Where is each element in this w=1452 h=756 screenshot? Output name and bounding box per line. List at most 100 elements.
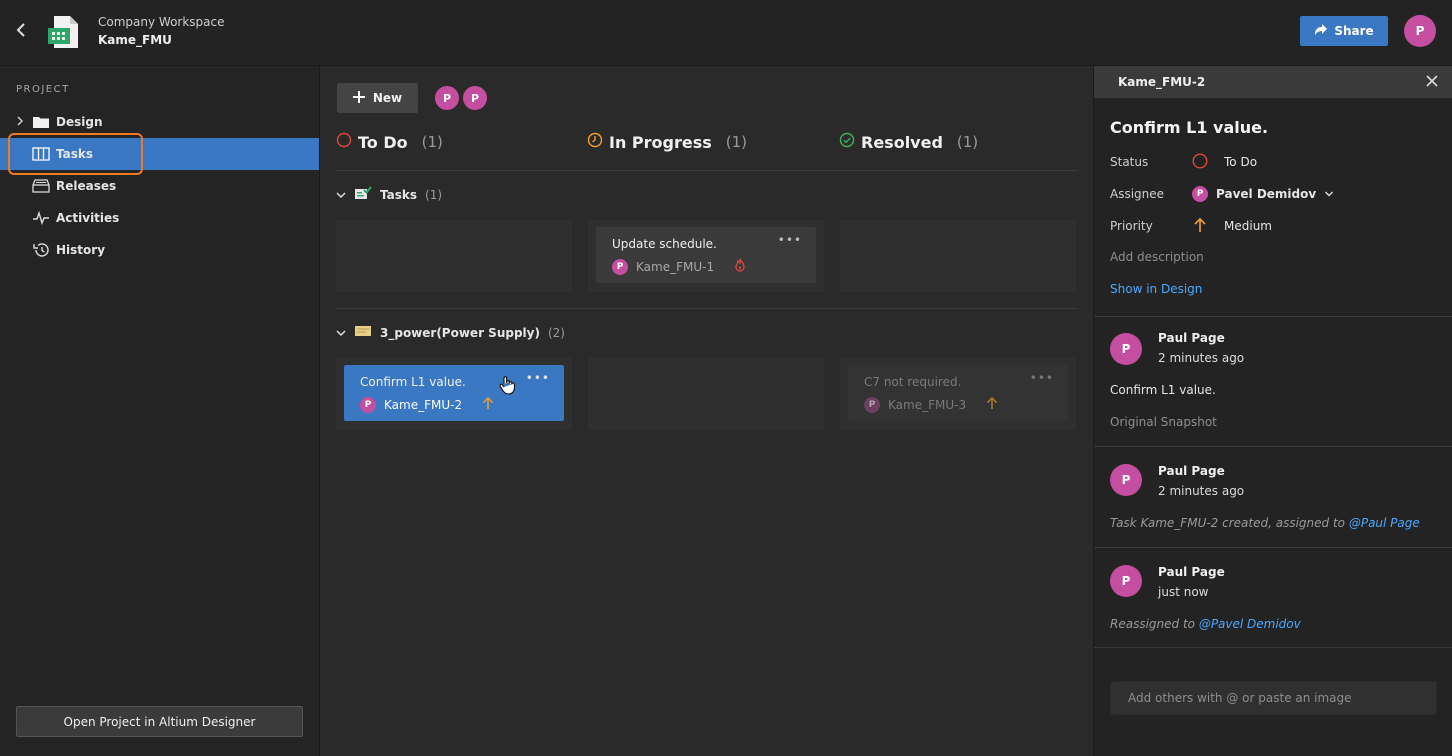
share-button[interactable]: Share — [1300, 16, 1388, 46]
task-card-kame-fmu-1[interactable]: Update schedule. ••• P Kame_FMU-1 — [596, 227, 816, 283]
project-name: Kame_FMU — [98, 33, 172, 47]
sidebar-section-label: PROJECT — [16, 84, 70, 95]
task-card-meta: P Kame_FMU-2 — [360, 396, 494, 413]
sidebar-item-history[interactable]: History — [0, 234, 319, 266]
divider — [336, 170, 1078, 171]
status-row: Status To Do — [1110, 152, 1440, 172]
task-card-title: Update schedule. — [612, 237, 717, 251]
column-count: (1) — [956, 133, 979, 151]
priority-row: Priority Medium — [1110, 216, 1440, 236]
close-icon[interactable] — [1425, 72, 1439, 93]
comment-author: Paul Page — [1158, 565, 1225, 579]
share-label: Share — [1334, 24, 1374, 38]
activity-text: Task Kame_FMU-2 created, assigned to @Pa… — [1110, 516, 1420, 530]
assignee-value: Pavel Demidov — [1216, 187, 1317, 201]
chevron-down-icon[interactable] — [336, 188, 346, 202]
sidebar-item-tasks[interactable]: Tasks — [0, 138, 319, 170]
priority-value: Medium — [1224, 219, 1272, 233]
check-circle-icon — [839, 132, 855, 152]
chevron-down-icon[interactable] — [336, 326, 346, 340]
more-options-icon[interactable]: ••• — [526, 371, 550, 385]
more-options-icon[interactable]: ••• — [778, 233, 802, 247]
comment-avatar: P — [1110, 464, 1142, 496]
comment-body: Confirm L1 value. — [1110, 383, 1216, 397]
comment-item: P Paul Page 2 minutes ago Confirm L1 val… — [1094, 316, 1452, 446]
comment-input[interactable] — [1110, 681, 1437, 715]
column-label: In Progress — [609, 132, 712, 152]
task-detail-panel: Kame_FMU-2 Confirm L1 value. Status To D… — [1093, 66, 1452, 756]
user-avatar[interactable]: P — [1404, 15, 1436, 47]
comment-item: P Paul Page 2 minutes ago Task Kame_FMU-… — [1094, 446, 1452, 547]
group-count: (2) — [547, 325, 565, 340]
app-header: Company Workspace Kame_FMU Share P — [0, 0, 1452, 66]
task-card-meta: P Kame_FMU-1 — [612, 258, 746, 275]
schematic-icon — [354, 324, 372, 341]
status-selector[interactable]: To Do — [1192, 152, 1257, 172]
mention-link[interactable]: @Paul Page — [1349, 516, 1420, 530]
task-title[interactable]: Confirm L1 value. — [1110, 118, 1268, 137]
share-arrow-icon — [1314, 23, 1328, 39]
assignee-avatar: P — [1192, 186, 1208, 202]
fire-icon — [734, 258, 746, 275]
task-id: Kame_FMU-2 — [384, 397, 463, 412]
chevron-right-icon[interactable] — [16, 115, 24, 129]
sidebar-item-design[interactable]: Design — [0, 106, 319, 138]
assignee-filter-avatar[interactable]: P — [461, 84, 489, 112]
add-description-link[interactable]: Add description — [1110, 250, 1204, 264]
assignee-filter-avatar[interactable]: P — [433, 84, 461, 112]
column-header-resolved: Resolved (1) — [839, 132, 978, 152]
sidebar-item-label: History — [56, 243, 106, 257]
show-in-design-link[interactable]: Show in Design — [1110, 282, 1202, 296]
divider — [336, 308, 1078, 309]
comment-avatar: P — [1110, 565, 1142, 597]
group-header-3-power[interactable]: 3_power(Power Supply) (2) — [336, 324, 565, 341]
back-chevron-icon[interactable] — [16, 22, 32, 42]
clock-icon — [587, 132, 603, 152]
todo-circle-icon — [1192, 152, 1208, 172]
new-task-label: New — [372, 91, 403, 105]
column-label: Resolved — [861, 132, 943, 152]
sidebar-item-label: Activities — [56, 211, 120, 225]
task-board: New P P To Do (1) In Progress (1) Resolv… — [320, 66, 1093, 756]
task-id: Kame_FMU-3 — [888, 397, 967, 412]
group-header-tasks[interactable]: Tasks (1) — [336, 186, 442, 203]
task-id: Kame_FMU-1 — [636, 259, 715, 274]
open-in-altium-button[interactable]: Open Project in Altium Designer — [16, 706, 303, 737]
group-count: (1) — [425, 187, 443, 202]
assignee-avatar: P — [864, 396, 880, 413]
original-snapshot-link[interactable]: Original Snapshot — [1110, 415, 1217, 429]
folder-icon — [32, 113, 50, 131]
board-icon — [32, 145, 50, 163]
assignee-avatar: P — [360, 396, 376, 413]
arrow-up-icon — [482, 396, 494, 413]
comment-time: 2 minutes ago — [1158, 484, 1245, 498]
activity-prefix: Reassigned to — [1110, 617, 1199, 631]
todo-circle-icon — [336, 132, 352, 152]
chevron-down-icon — [1324, 187, 1334, 201]
status-label: Status — [1110, 155, 1149, 169]
panel-header: Kame_FMU-2 — [1094, 66, 1452, 98]
new-task-button[interactable]: New — [337, 83, 418, 113]
mention-link[interactable]: @Pavel Demidov — [1199, 617, 1301, 631]
activity-prefix: Task Kame_FMU-2 created, assigned to — [1110, 516, 1349, 530]
task-card-kame-fmu-3[interactable]: C7 not required. ••• P Kame_FMU-3 — [848, 365, 1068, 421]
assignee-row: Assignee P Pavel Demidov — [1110, 184, 1440, 204]
assignee-selector[interactable]: P Pavel Demidov — [1192, 186, 1334, 202]
sidebar: PROJECT Design Tasks Releases Activities… — [0, 66, 320, 756]
history-icon — [32, 241, 50, 259]
panel-task-id: Kame_FMU-2 — [1118, 75, 1206, 89]
more-options-icon[interactable]: ••• — [1030, 371, 1054, 385]
priority-selector[interactable]: Medium — [1192, 217, 1272, 236]
comment-item: P Paul Page just now Reassigned to @Pave… — [1094, 547, 1452, 648]
drop-slot-todo — [336, 220, 572, 292]
sidebar-item-label: Design — [56, 115, 103, 129]
sidebar-item-label: Releases — [56, 179, 117, 193]
sidebar-item-releases[interactable]: Releases — [0, 170, 319, 202]
task-card-kame-fmu-2[interactable]: Confirm L1 value. ••• P Kame_FMU-2 — [344, 365, 564, 421]
sidebar-item-activities[interactable]: Activities — [0, 202, 319, 234]
sidebar-item-label: Tasks — [56, 147, 94, 161]
activity-text: Reassigned to @Pavel Demidov — [1110, 617, 1301, 631]
tasks-board-icon — [354, 186, 372, 203]
comment-author: Paul Page — [1158, 331, 1225, 345]
releases-icon — [32, 177, 50, 195]
